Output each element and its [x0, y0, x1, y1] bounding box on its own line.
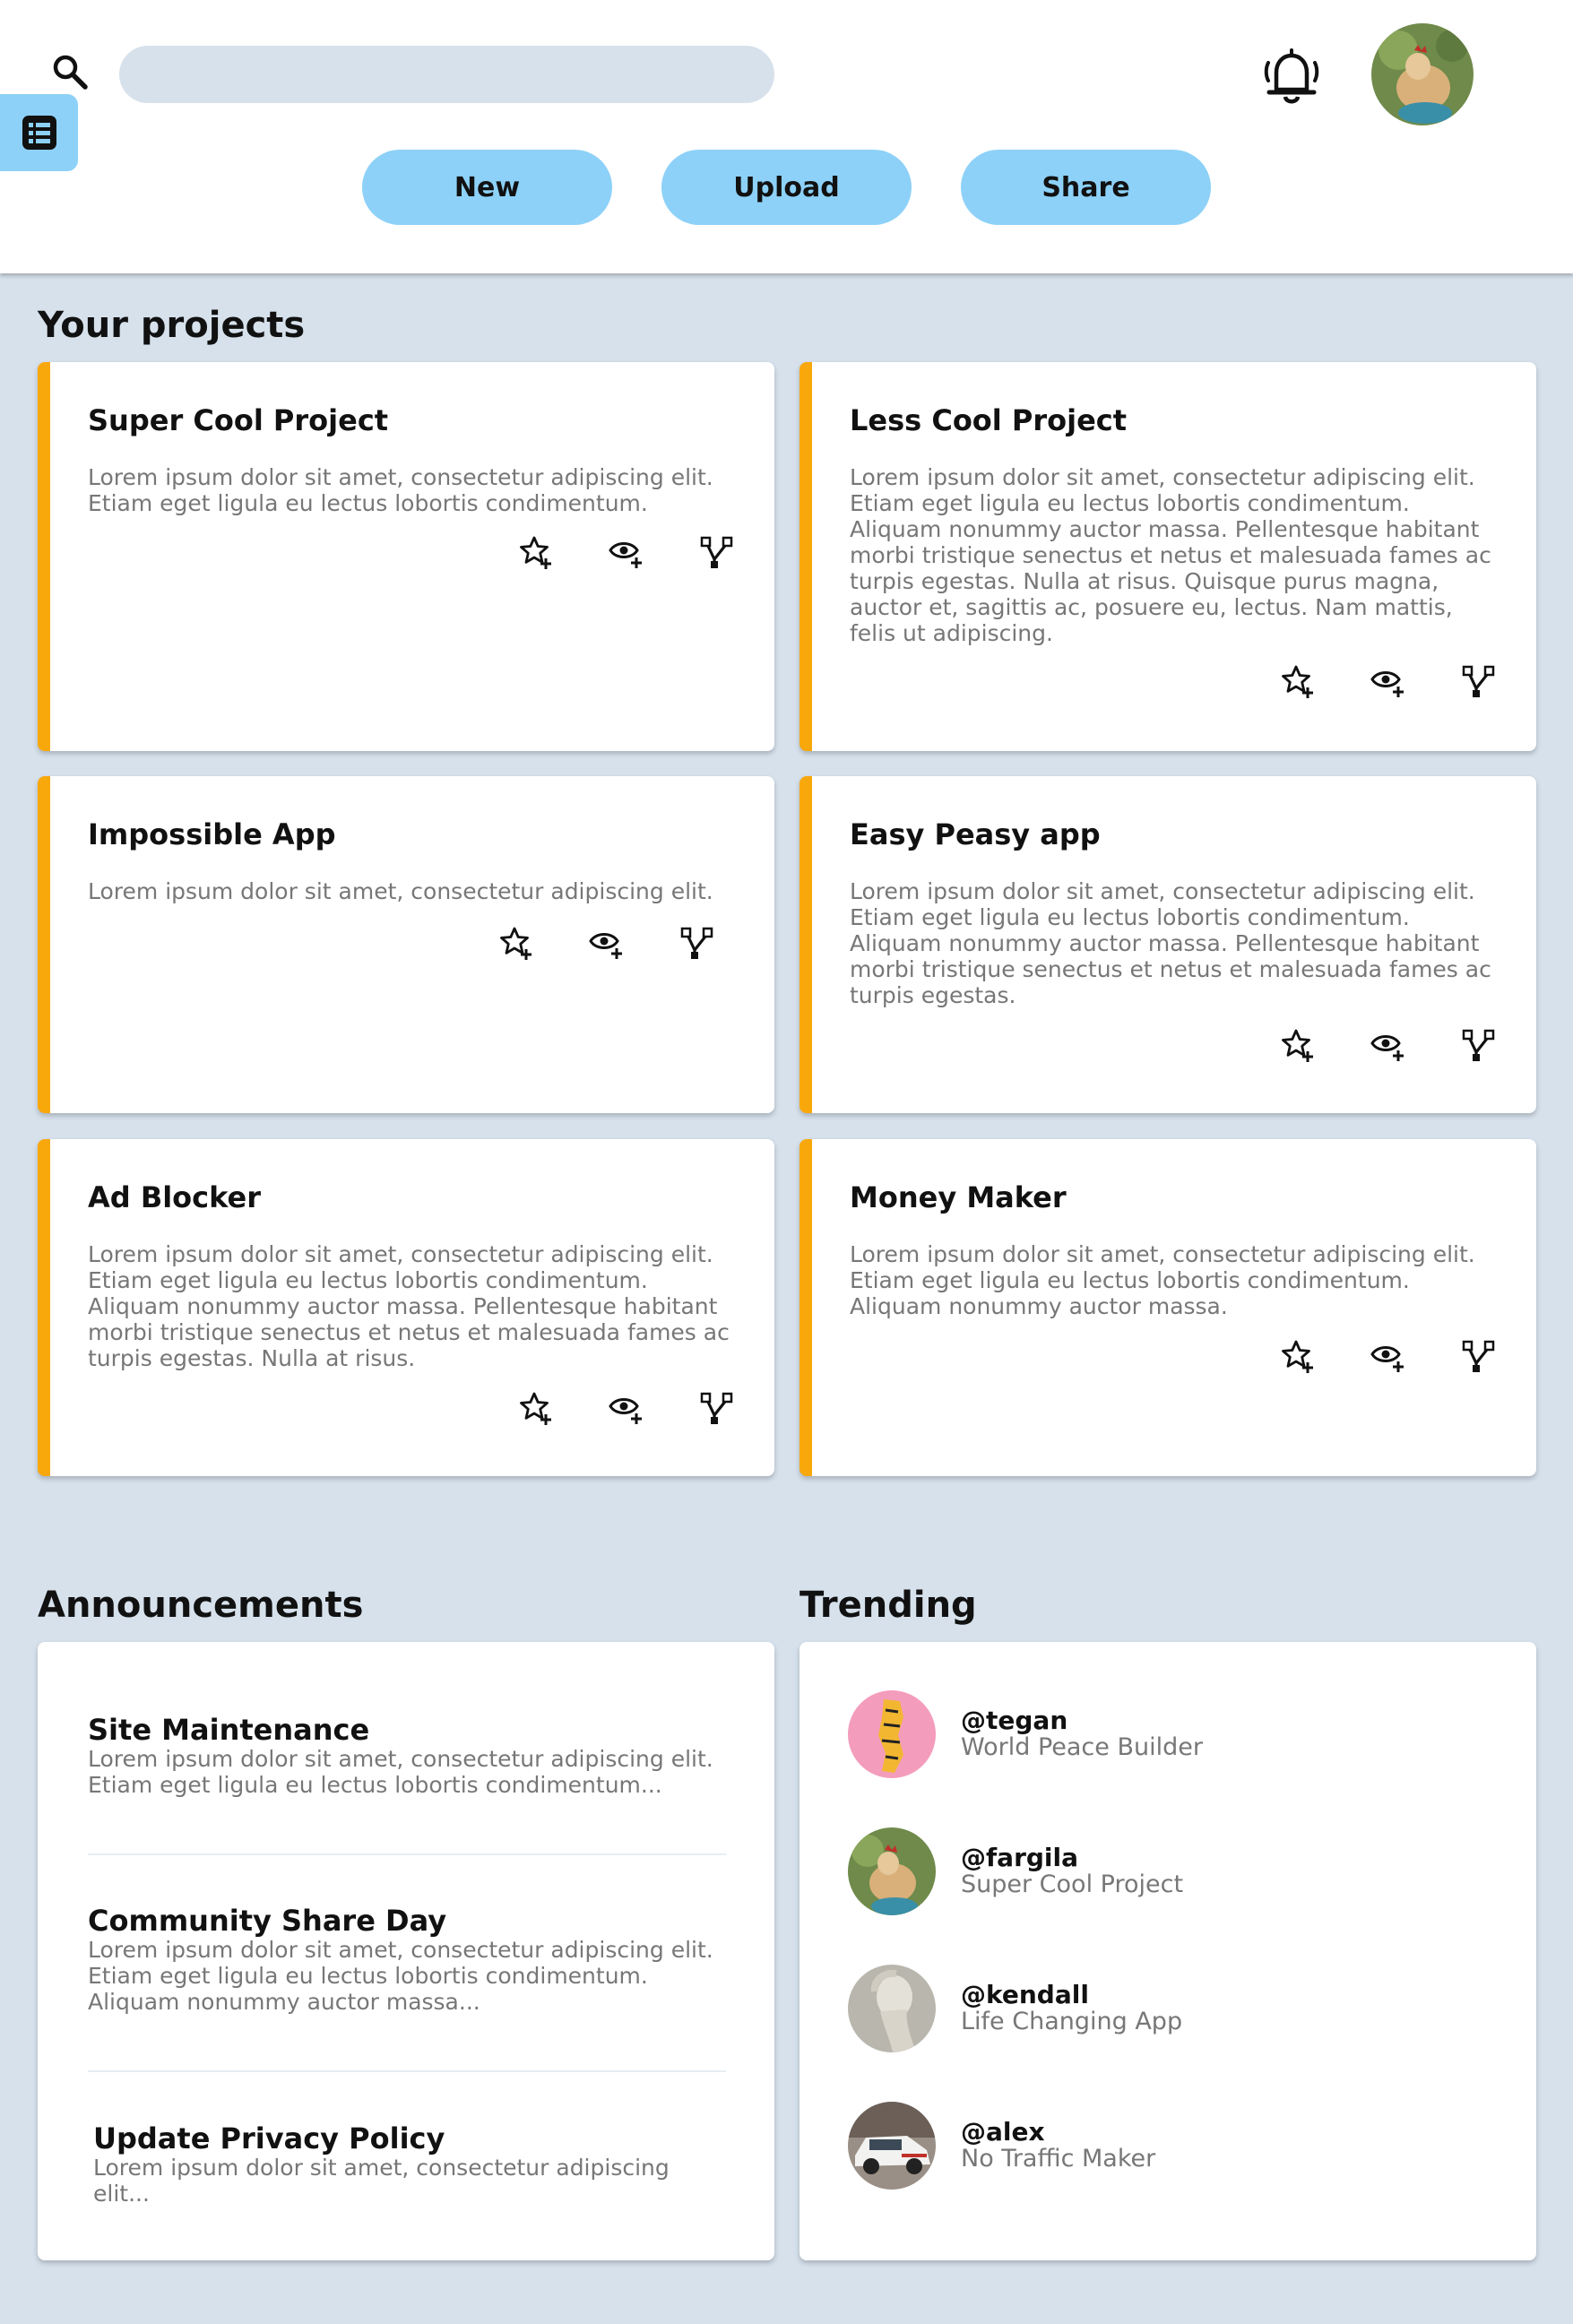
announcement-text: Lorem ipsum dolor sit amet, consectetur … — [93, 2155, 670, 2207]
announcement-title[interactable]: Community Share Day — [88, 1905, 726, 1937]
upload-button[interactable]: Upload — [661, 150, 912, 225]
trending-handle[interactable]: @alex — [961, 2119, 1155, 2146]
search-icon[interactable] — [50, 52, 90, 91]
trending-avatar[interactable] — [848, 2102, 936, 2190]
trending-item[interactable]: @kendall Life Changing App — [848, 1964, 1493, 2053]
sidebar-toggle-button[interactable] — [0, 94, 78, 171]
trending-avatar[interactable] — [848, 1965, 936, 2052]
announcement-title[interactable]: Update Privacy Policy — [93, 2122, 731, 2155]
trending-panel: @tegan World Peace Builder @fargila Supe… — [799, 1642, 1536, 2260]
eye-plus-icon[interactable] — [609, 534, 644, 570]
trending-avatar[interactable] — [848, 1827, 936, 1915]
project-card[interactable]: Impossible App Lorem ipsum dolor sit ame… — [38, 776, 774, 1113]
project-title[interactable]: Less Cool Project — [850, 403, 1127, 437]
project-actions — [1281, 1338, 1496, 1374]
divider — [88, 1853, 726, 1855]
announcement-item[interactable]: Community Share Day Lorem ipsum dolor si… — [88, 1905, 726, 2015]
divider — [88, 2070, 726, 2072]
project-card[interactable]: Money Maker Lorem ipsum dolor sit amet, … — [799, 1139, 1536, 1476]
eye-plus-icon[interactable] — [589, 925, 625, 961]
trending-item[interactable]: @fargila Super Cool Project — [848, 1827, 1493, 1916]
project-description: Lorem ipsum dolor sit amet, consectetur … — [850, 878, 1491, 1008]
project-description: Lorem ipsum dolor sit amet, consectetur … — [850, 464, 1491, 646]
fork-icon[interactable] — [1460, 663, 1496, 699]
eye-plus-icon[interactable] — [609, 1390, 644, 1426]
project-card[interactable]: Super Cool Project Lorem ipsum dolor sit… — [38, 362, 774, 751]
project-actions — [519, 1390, 734, 1426]
project-actions — [499, 925, 714, 961]
fork-icon[interactable] — [678, 925, 714, 961]
fork-icon[interactable] — [698, 534, 734, 570]
project-description: Lorem ipsum dolor sit amet, consectetur … — [88, 878, 713, 904]
announcement-title[interactable]: Site Maintenance — [88, 1714, 726, 1746]
project-card[interactable]: Easy Peasy app Lorem ipsum dolor sit ame… — [799, 776, 1536, 1113]
star-plus-icon[interactable] — [499, 925, 535, 961]
project-description: Lorem ipsum dolor sit amet, consectetur … — [88, 1241, 730, 1371]
share-button[interactable]: Share — [961, 150, 1211, 225]
trending-handle[interactable]: @tegan — [961, 1707, 1203, 1734]
trending-project: No Traffic Maker — [961, 2145, 1156, 2173]
announcement-item[interactable]: Update Privacy Policy Lorem ipsum dolor … — [93, 2122, 731, 2207]
bell-icon[interactable] — [1258, 43, 1325, 109]
star-plus-icon[interactable] — [1281, 663, 1317, 699]
trending-section-title: Trending — [799, 1585, 977, 1626]
project-actions — [1281, 1027, 1496, 1063]
project-card[interactable]: Less Cool Project Lorem ipsum dolor sit … — [799, 362, 1536, 751]
project-title[interactable]: Super Cool Project — [88, 403, 388, 437]
eye-plus-icon[interactable] — [1370, 1027, 1406, 1063]
fork-icon[interactable] — [698, 1390, 734, 1426]
trending-project: World Peace Builder — [961, 1733, 1203, 1761]
project-description: Lorem ipsum dolor sit amet, consectetur … — [88, 464, 713, 516]
project-title[interactable]: Ad Blocker — [88, 1180, 261, 1214]
trending-item[interactable]: @alex No Traffic Maker — [848, 2101, 1493, 2190]
trending-project: Super Cool Project — [961, 1870, 1184, 1898]
announcement-item[interactable]: Site Maintenance Lorem ipsum dolor sit a… — [88, 1714, 726, 1798]
new-button[interactable]: New — [362, 150, 612, 225]
project-card[interactable]: Ad Blocker Lorem ipsum dolor sit amet, c… — [38, 1139, 774, 1476]
trending-project: Life Changing App — [961, 2008, 1183, 2035]
eye-plus-icon[interactable] — [1370, 1338, 1406, 1374]
star-plus-icon[interactable] — [519, 1390, 555, 1426]
trending-item[interactable]: @tegan World Peace Builder — [848, 1689, 1493, 1779]
star-plus-icon[interactable] — [519, 534, 555, 570]
project-title[interactable]: Impossible App — [88, 817, 336, 851]
trending-handle[interactable]: @fargila — [961, 1845, 1183, 1871]
search-input[interactable] — [119, 46, 774, 103]
project-description: Lorem ipsum dolor sit amet, consectetur … — [850, 1241, 1475, 1319]
announcement-text: Lorem ipsum dolor sit amet, consectetur … — [88, 1937, 713, 2015]
user-avatar[interactable] — [1371, 23, 1474, 125]
fork-icon[interactable] — [1460, 1027, 1496, 1063]
project-actions — [1281, 663, 1496, 699]
trending-avatar[interactable] — [848, 1690, 936, 1778]
projects-section-title: Your projects — [38, 305, 306, 346]
announcements-panel: Site Maintenance Lorem ipsum dolor sit a… — [38, 1642, 774, 2260]
fork-icon[interactable] — [1460, 1338, 1496, 1374]
project-title[interactable]: Money Maker — [850, 1180, 1067, 1214]
project-actions — [519, 534, 734, 570]
star-plus-icon[interactable] — [1281, 1338, 1317, 1374]
announcement-text: Lorem ipsum dolor sit amet, consectetur … — [88, 1746, 713, 1798]
announcements-section-title: Announcements — [38, 1585, 364, 1626]
star-plus-icon[interactable] — [1281, 1027, 1317, 1063]
list-icon — [22, 116, 56, 150]
project-title[interactable]: Easy Peasy app — [850, 817, 1101, 851]
eye-plus-icon[interactable] — [1370, 663, 1406, 699]
top-header: New Upload Share — [0, 0, 1573, 273]
trending-handle[interactable]: @kendall — [961, 1982, 1182, 2009]
